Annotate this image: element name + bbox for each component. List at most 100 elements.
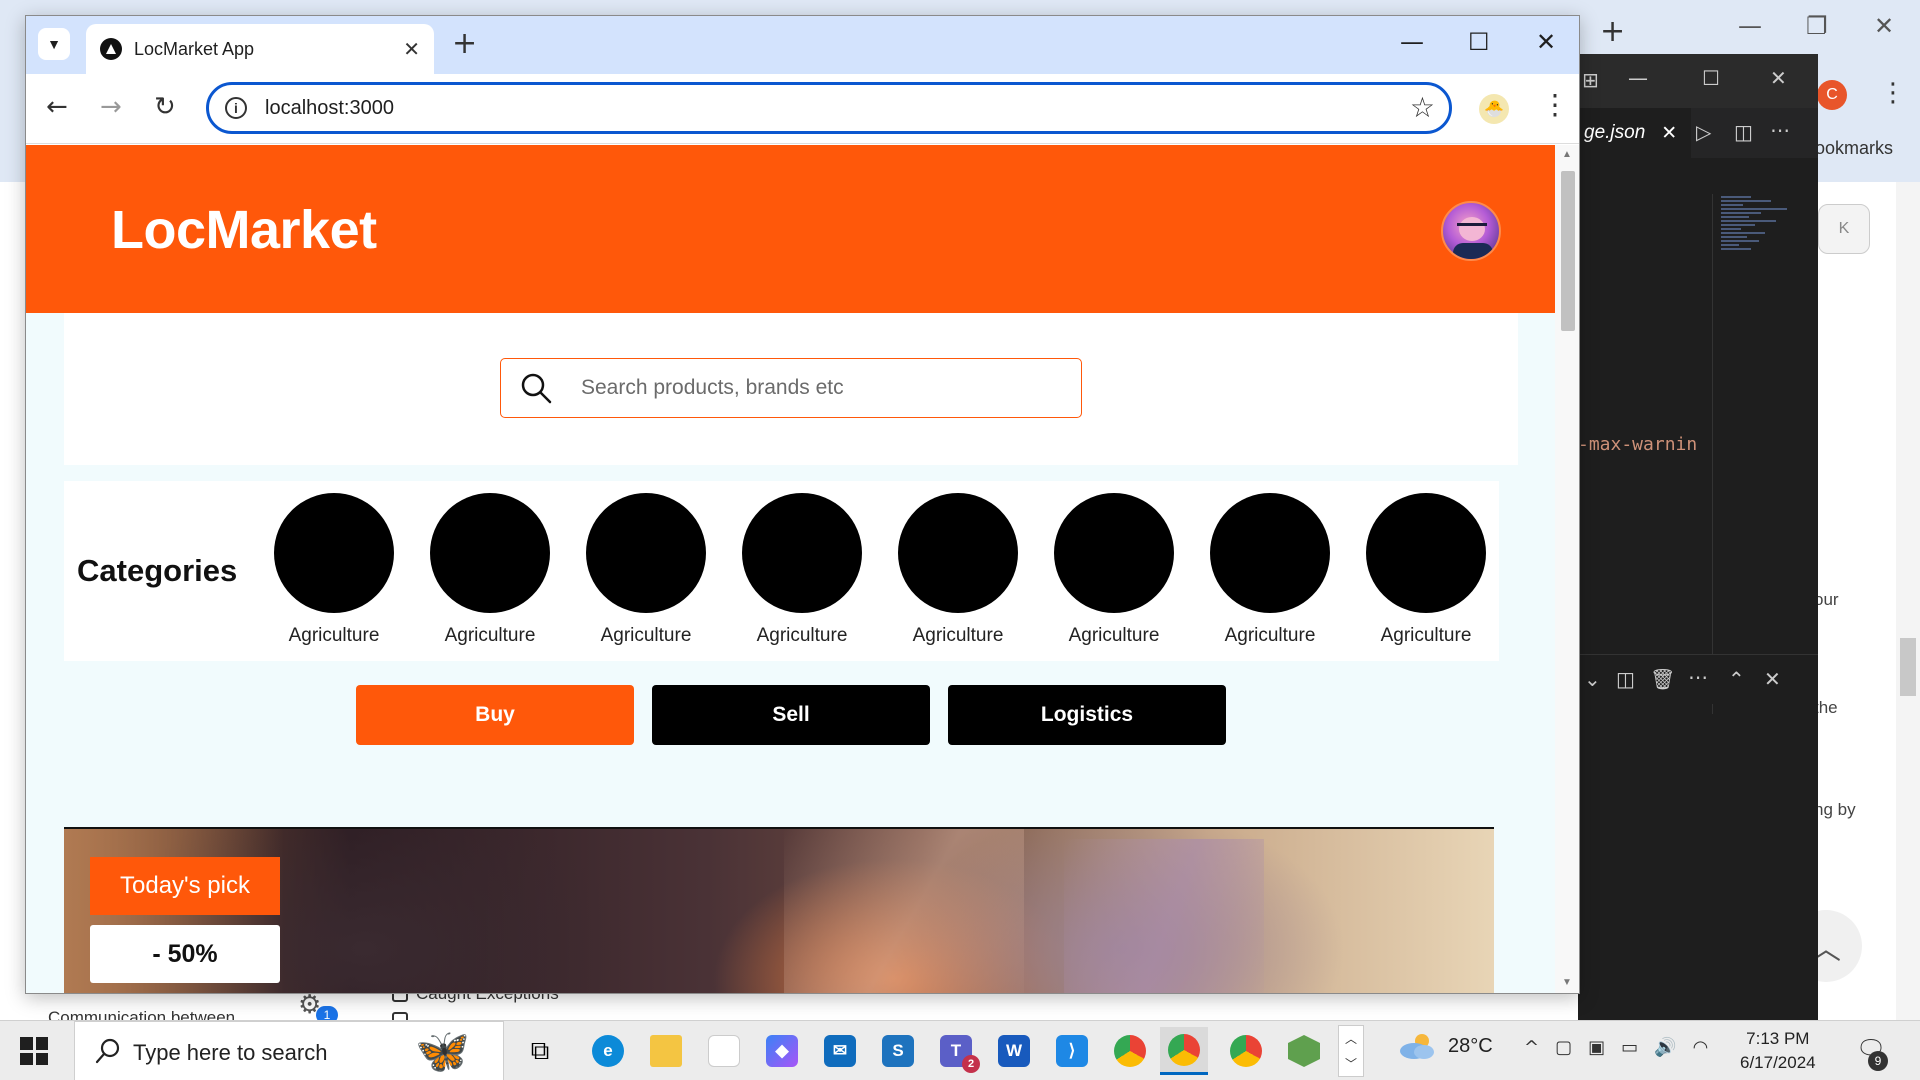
background-k-button[interactable]: K: [1818, 204, 1870, 254]
word-icon[interactable]: W: [990, 1027, 1038, 1075]
background-minimize-button[interactable]: —: [1738, 12, 1762, 40]
vscode-window: ⊞ — ☐ ✕ ge.json ✕ ▷ ◫ ⋯ -max-warnin ⌄ ◫ …: [1578, 54, 1818, 1020]
vscode-close-icon[interactable]: ✕: [1770, 66, 1787, 90]
background-scrollbar[interactable]: [1896, 182, 1920, 1020]
background-menu-icon[interactable]: ⋮: [1880, 78, 1906, 108]
vscode-minimap[interactable]: [1712, 194, 1802, 714]
split-editor-icon[interactable]: ◫: [1734, 120, 1753, 144]
scroll-down-icon[interactable]: ▼: [1562, 977, 1572, 988]
meet-now-icon[interactable]: ▢: [1555, 1037, 1572, 1058]
edge-icon[interactable]: e: [584, 1027, 632, 1075]
chrome-profile-icon[interactable]: 🐣: [1479, 94, 1509, 124]
close-panel-icon[interactable]: ✕: [1764, 667, 1781, 691]
new-tab-button[interactable]: +: [452, 26, 477, 61]
background-profile-avatar[interactable]: C: [1817, 80, 1847, 110]
back-arrow-icon[interactable]: ←: [46, 92, 68, 122]
category-item[interactable]: Agriculture: [430, 493, 550, 647]
display-icon[interactable]: ▣: [1588, 1037, 1605, 1058]
background-side-text: ng by: [1814, 800, 1856, 819]
user-avatar[interactable]: [1441, 201, 1501, 261]
background-restore-button[interactable]: ❐: [1806, 12, 1828, 40]
vscode-icon[interactable]: ⟩: [1048, 1027, 1096, 1075]
categories-title: Categories: [77, 553, 238, 588]
category-item[interactable]: Agriculture: [742, 493, 862, 647]
background-bookmarks-label[interactable]: ookmarks: [1815, 138, 1893, 159]
url-text[interactable]: localhost:3000: [265, 97, 394, 120]
vscode-minimize-icon[interactable]: —: [1628, 66, 1648, 90]
categories-section: Categories Agriculture Agriculture Agric…: [64, 481, 1499, 661]
reload-icon[interactable]: ↻: [154, 92, 176, 122]
layout-icon[interactable]: ⊞: [1582, 68, 1599, 92]
background-new-tab-button[interactable]: +: [1600, 14, 1625, 49]
maximize-button[interactable]: ☐: [1468, 28, 1490, 56]
chrome-menu-icon[interactable]: ⋮: [1541, 88, 1569, 121]
chevron-down-icon[interactable]: ⌄: [1584, 667, 1601, 691]
background-close-button[interactable]: ✕: [1874, 12, 1894, 40]
battery-icon[interactable]: ▭: [1621, 1037, 1638, 1058]
windows-start-icon[interactable]: [20, 1037, 48, 1065]
category-item[interactable]: Agriculture: [274, 493, 394, 647]
address-bar[interactable]: i localhost:3000 ☆: [206, 82, 1452, 134]
teams-icon[interactable]: T2: [932, 1027, 980, 1075]
search-icon: [95, 1038, 120, 1064]
chrome-icon[interactable]: [1160, 1027, 1208, 1075]
category-image: [274, 493, 394, 613]
category-item[interactable]: Agriculture: [586, 493, 706, 647]
forward-arrow-icon[interactable]: →: [100, 92, 122, 122]
search-section: [64, 313, 1518, 465]
search-box[interactable]: [500, 358, 1082, 418]
category-image: [1366, 493, 1486, 613]
browser-toolbar: ← → ↻ i localhost:3000 ☆ 🐣 ⋮: [26, 74, 1579, 144]
category-image: [1210, 493, 1330, 613]
category-label: Agriculture: [444, 625, 536, 646]
category-item[interactable]: Agriculture: [1210, 493, 1330, 647]
run-icon[interactable]: ▷: [1696, 120, 1711, 144]
mail-icon[interactable]: ✉: [816, 1027, 864, 1075]
vscode-maximize-icon[interactable]: ☐: [1702, 66, 1720, 90]
site-logo[interactable]: LocMarket: [111, 199, 377, 261]
site-info-icon[interactable]: i: [225, 97, 247, 119]
tab-strip: ▼ LocMarket App ✕ + — ☐ ✕: [26, 16, 1579, 74]
search-input[interactable]: [581, 373, 1061, 403]
nodejs-icon[interactable]: [1280, 1027, 1328, 1075]
promo-banner[interactable]: Today's pick - 50%: [64, 827, 1494, 993]
close-tab-icon[interactable]: ✕: [403, 37, 420, 61]
volume-icon[interactable]: 🔊: [1654, 1037, 1676, 1058]
category-item[interactable]: Agriculture: [898, 493, 1018, 647]
taskbar-overflow-arrows[interactable]: ︿ ﹀: [1338, 1025, 1364, 1077]
chevron-up-icon[interactable]: ⌃: [1728, 667, 1745, 691]
sticky-app-icon[interactable]: S: [874, 1027, 922, 1075]
wifi-icon[interactable]: ◠: [1693, 1037, 1709, 1058]
show-hidden-icons-icon[interactable]: ^: [1524, 1037, 1539, 1058]
vscode-editor-tab[interactable]: ge.json ✕: [1578, 108, 1692, 158]
chrome-profile-m-icon[interactable]: [1222, 1027, 1270, 1075]
close-icon[interactable]: ✕: [1661, 122, 1677, 145]
taskbar-search-box[interactable]: Type here to search 🦋: [74, 1021, 504, 1080]
category-item[interactable]: Agriculture: [1366, 493, 1486, 647]
buy-button[interactable]: Buy: [356, 685, 634, 745]
sell-button[interactable]: Sell: [652, 685, 930, 745]
weather-widget[interactable]: 28°C: [1396, 1031, 1493, 1061]
page-scrollbar[interactable]: ▲ ▼: [1555, 145, 1579, 993]
more-actions-icon[interactable]: ⋯: [1688, 665, 1708, 689]
logistics-button[interactable]: Logistics: [948, 685, 1226, 745]
trash-icon[interactable]: 🗑: [1650, 667, 1675, 691]
chrome-profile-c-icon[interactable]: [1106, 1027, 1154, 1075]
scroll-up-icon[interactable]: ▲: [1562, 149, 1572, 160]
browser-tab[interactable]: LocMarket App ✕: [86, 24, 434, 74]
minimize-button[interactable]: —: [1400, 28, 1424, 56]
copilot-icon[interactable]: ◆: [758, 1027, 806, 1075]
category-item[interactable]: Agriculture: [1054, 493, 1174, 647]
discount-badge: - 50%: [90, 925, 280, 983]
split-panel-icon[interactable]: ◫: [1616, 667, 1635, 691]
close-window-button[interactable]: ✕: [1536, 28, 1556, 56]
taskbar-clock[interactable]: 7:13 PM 6/17/2024: [1740, 1027, 1816, 1075]
notification-count: 9: [1868, 1051, 1888, 1071]
bookmark-star-icon[interactable]: ☆: [1410, 91, 1435, 124]
task-view-icon[interactable]: ⧉: [516, 1027, 564, 1075]
microsoft-store-icon[interactable]: [700, 1027, 748, 1075]
file-explorer-icon[interactable]: [642, 1027, 690, 1075]
more-actions-icon[interactable]: ⋯: [1770, 118, 1790, 142]
tab-search-button[interactable]: ▼: [38, 28, 70, 60]
scrollbar-thumb[interactable]: [1561, 171, 1575, 331]
